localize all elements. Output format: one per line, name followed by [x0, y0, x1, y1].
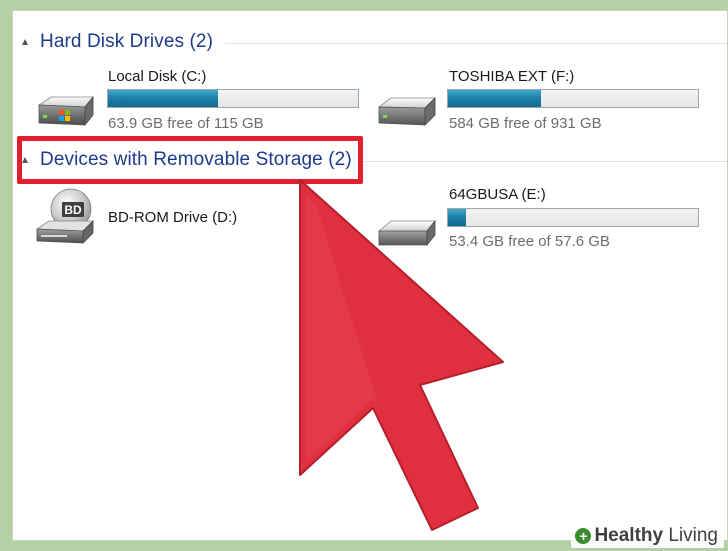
watermark-suffix: Living: [663, 525, 718, 546]
watermark-logo: + Healthy Living: [571, 524, 724, 548]
watermark-prefix: Healthy: [594, 525, 664, 546]
pointer-arrow-icon: [299, 179, 504, 531]
plus-icon: +: [575, 528, 592, 544]
